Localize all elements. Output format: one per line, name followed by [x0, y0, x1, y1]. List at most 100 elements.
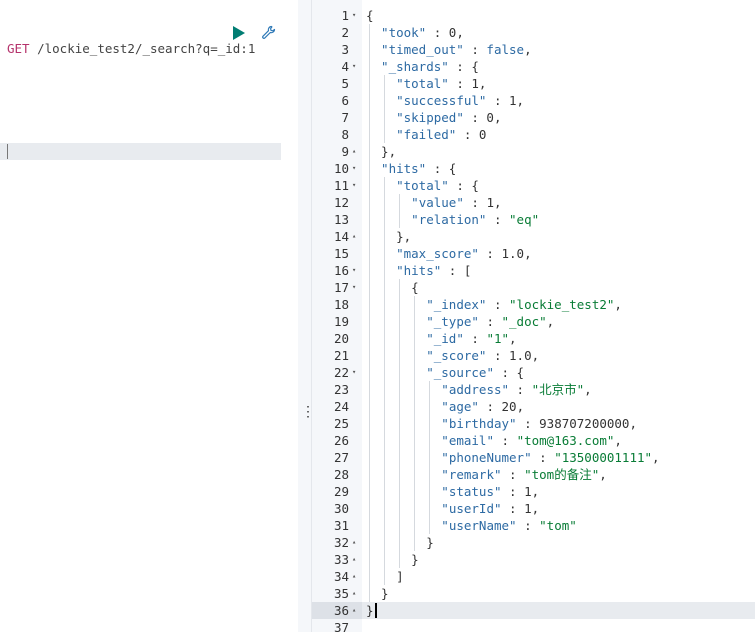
token: , [599, 467, 607, 482]
line-number: 5 [341, 76, 349, 91]
token: 1.0 [501, 246, 525, 261]
token: "total" [396, 178, 449, 193]
code-line: 3 "timed_out" : false, [312, 41, 755, 58]
code-line: 6 "successful" : 1, [312, 92, 755, 109]
code-line: 17 ▾ { [312, 279, 755, 296]
request-line[interactable]: GET /lockie_test2/_search?q=_id:1 [7, 41, 255, 56]
response-viewer[interactable]: 1 ▾{2 "took" : 0, 3 "timed_out" : false, 4 ▾ "_… [312, 0, 755, 632]
code-line: 25 "birthday" : 938707200000, [312, 415, 755, 432]
gutter-cell: 16 ▾ [312, 262, 362, 279]
token: : { [426, 161, 457, 176]
token: "hits" [381, 161, 427, 176]
token: , [546, 314, 555, 329]
wrench-icon[interactable] [260, 24, 278, 42]
gutter-cell: 13 [312, 211, 362, 228]
play-icon[interactable] [233, 26, 245, 40]
code-text: { [366, 7, 374, 24]
code-text: } [411, 551, 419, 568]
gutter-cell: 8 [312, 126, 362, 143]
indent-guide [399, 194, 401, 228]
code-line: 5 "total" : 1, [312, 75, 755, 92]
line-number: 1 [341, 8, 349, 23]
code-text: } [426, 534, 434, 551]
unfold-toggle-icon[interactable]: ▴ [352, 551, 361, 568]
line-number: 25 [333, 416, 349, 431]
gutter-cell: 24 [312, 398, 362, 415]
token: , [531, 348, 540, 363]
code-text: "birthday" : 938707200000, [441, 415, 637, 432]
code-line: 7 "skipped" : 0, [312, 109, 755, 126]
unfold-toggle-icon[interactable]: ▴ [352, 534, 361, 551]
indent-guide [384, 177, 386, 585]
line-number: 9 [341, 144, 349, 159]
token: 0 [478, 127, 487, 142]
line-number: 17 [333, 280, 349, 295]
token: , [516, 399, 525, 414]
request-editor[interactable]: GET /lockie_test2/_search?q=_id:1 [0, 0, 298, 632]
gutter-cell: 19 [312, 313, 362, 330]
token: "max_score" [396, 246, 479, 261]
token: "remark" [441, 467, 502, 482]
code-text: "_type" : "_doc", [426, 313, 554, 330]
token: "timed_out" [381, 42, 464, 57]
token: : [486, 212, 510, 227]
token: "eq" [509, 212, 540, 227]
token: "_shards" [381, 59, 449, 74]
unfold-toggle-icon[interactable]: ▴ [352, 228, 361, 245]
token: { [411, 280, 419, 295]
token: , [531, 484, 540, 499]
code-line: 20 "_id" : "1", [312, 330, 755, 347]
indent-guide [369, 24, 370, 602]
token: 20 [501, 399, 517, 414]
token: 938707200000 [539, 416, 630, 431]
fold-toggle-icon[interactable]: ▾ [352, 279, 361, 296]
unfold-toggle-icon[interactable]: ▴ [352, 585, 361, 602]
gutter-cell: 17 ▾ [312, 279, 362, 296]
line-number: 6 [341, 93, 349, 108]
code-line: 9 ▴}, [312, 143, 755, 160]
unfold-toggle-icon[interactable]: ▴ [352, 143, 361, 160]
gutter-cell: 36 ▴ [312, 602, 362, 619]
fold-toggle-icon[interactable]: ▾ [352, 58, 361, 75]
token: "1" [486, 331, 510, 346]
code-text: "userName" : "tom" [441, 517, 576, 534]
token: , [524, 42, 532, 57]
token: , [493, 110, 502, 125]
gutter-cell: 37 [312, 619, 362, 632]
token: "_type" [426, 314, 479, 329]
token: : [501, 501, 525, 516]
line-number: 21 [333, 348, 349, 363]
token: : [478, 399, 502, 414]
token: }, [396, 229, 412, 244]
unfold-toggle-icon[interactable]: ▴ [352, 568, 361, 585]
gutter-cell: 34 ▴ [312, 568, 362, 585]
token: , [456, 25, 464, 40]
code-line: 10 ▾ "hits" : { [312, 160, 755, 177]
gutter-cell: 15 [312, 245, 362, 262]
token: false [486, 42, 525, 57]
gutter-cell: 10 ▾ [312, 160, 362, 177]
token: "tom@163.com" [516, 433, 615, 448]
code-line: 8 "failed" : 0 [312, 126, 755, 143]
resize-handle-icon[interactable]: ⋮ [301, 404, 315, 420]
fold-toggle-icon[interactable]: ▾ [352, 160, 361, 177]
line-number: 27 [333, 450, 349, 465]
line-number: 20 [333, 331, 349, 346]
token: : [531, 450, 555, 465]
unfold-toggle-icon[interactable]: ▴ [352, 602, 361, 619]
pane-divider[interactable]: ⋮ [298, 0, 315, 632]
token: : { [448, 178, 479, 193]
fold-toggle-icon[interactable]: ▾ [352, 177, 361, 194]
fold-toggle-icon[interactable]: ▾ [352, 262, 361, 279]
fold-toggle-icon[interactable]: ▾ [352, 364, 361, 381]
fold-toggle-icon[interactable]: ▾ [352, 7, 361, 24]
indent-guide [384, 75, 386, 143]
token: : [463, 110, 487, 125]
gutter-cell: 4 ▾ [312, 58, 362, 75]
line-number: 18 [333, 297, 349, 312]
gutter-cell: 3 [312, 41, 362, 58]
code-line: 27 "phoneNumer" : "13500001111", [312, 449, 755, 466]
code-line: 26 "email" : "tom@163.com", [312, 432, 755, 449]
code-text: "email" : "tom@163.com", [441, 432, 622, 449]
code-text: }, [396, 228, 411, 245]
